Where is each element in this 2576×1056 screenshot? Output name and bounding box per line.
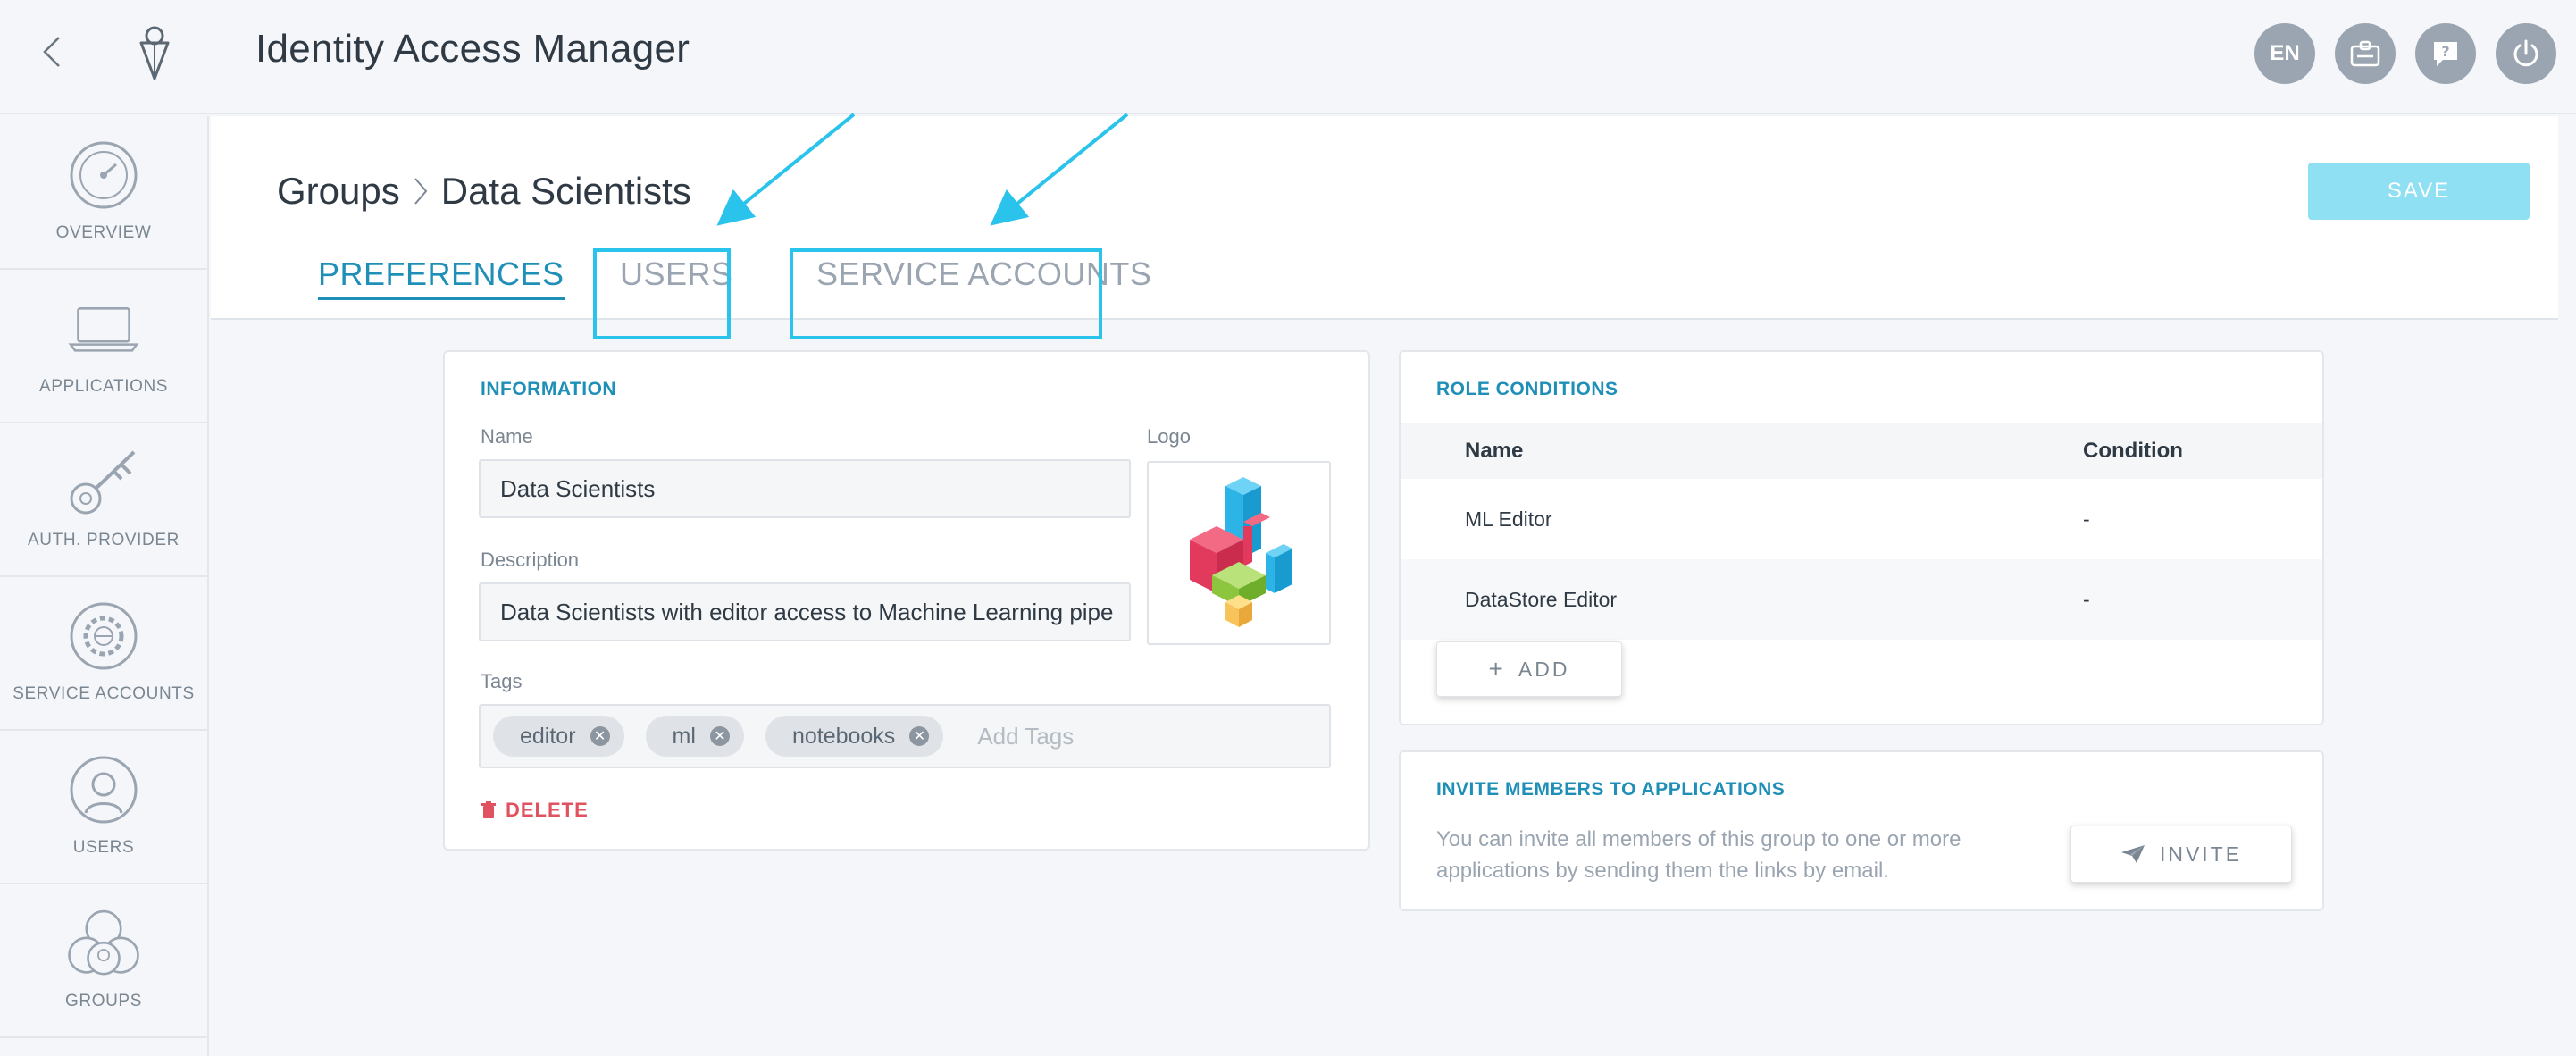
role-conditions-card: ROLE CONDITIONS Name Condition ML Editor… (1399, 350, 2324, 725)
trash-icon (481, 801, 496, 818)
information-card: INFORMATION Name Data Scientists Logo De… (443, 350, 1370, 851)
role-conditions-title: ROLE CONDITIONS (1436, 379, 1618, 399)
sidebar: OVERVIEW APPLICATIONS AUTH. PROVIDER SER… (0, 116, 209, 1056)
plus-icon: + (1488, 655, 1506, 683)
delete-button[interactable]: DELETE (481, 799, 589, 822)
column-condition-header: Condition (2083, 439, 2183, 463)
information-title: INFORMATION (481, 379, 617, 399)
app-title: Identity Access Manager (255, 27, 690, 71)
group-logo-upload[interactable] (1147, 461, 1331, 645)
sidebar-item-applications[interactable]: APPLICATIONS (0, 270, 207, 423)
remove-tag-icon[interactable]: ✕ (709, 726, 730, 746)
paper-plane-icon (2120, 845, 2145, 863)
tags-input[interactable]: editor ✕ ml ✕ notebooks ✕ Add Tags (479, 704, 1331, 768)
user-icon (66, 752, 141, 827)
breadcrumb: Groups Data Scientists (277, 170, 691, 213)
group-icon (66, 906, 141, 981)
role-condition: - (2083, 507, 2090, 531)
tag-chip[interactable]: editor ✕ (493, 716, 624, 757)
sidebar-item-label: GROUPS (65, 992, 142, 1010)
add-label: ADD (1518, 657, 1570, 681)
tag-label: ml (672, 723, 696, 749)
speedometer-icon (66, 138, 141, 213)
table-row[interactable]: ML Editor - (1401, 479, 2322, 559)
tag-label: editor (520, 723, 576, 749)
tag-chip[interactable]: ml ✕ (645, 716, 744, 757)
sidebar-item-users[interactable]: USERS (0, 731, 207, 884)
invite-card: INVITE MEMBERS TO APPLICATIONS You can i… (1399, 750, 2324, 911)
role-name: DataStore Editor (1465, 587, 1618, 611)
tag-chip[interactable]: notebooks ✕ (765, 716, 944, 757)
sidebar-item-label: USERS (72, 838, 135, 857)
role-name: ML Editor (1465, 507, 1552, 531)
table-header: Name Condition (1401, 423, 2322, 479)
app-logo (139, 26, 170, 80)
name-input[interactable]: Data Scientists (479, 459, 1131, 518)
tag-label: notebooks (791, 723, 896, 749)
back-button[interactable] (34, 34, 70, 70)
sidebar-item-label: OVERVIEW (55, 223, 152, 242)
laptop-icon (66, 291, 141, 366)
invite-title: INVITE MEMBERS TO APPLICATIONS (1436, 779, 1786, 800)
table-row[interactable]: DataStore Editor - (1401, 559, 2322, 640)
save-button[interactable]: SAVE (2308, 163, 2530, 220)
invite-label: INVITE (2159, 842, 2243, 866)
logo-label: Logo (1147, 425, 1191, 448)
remove-tag-icon[interactable]: ✕ (590, 726, 610, 746)
chevron-left-icon (43, 37, 60, 67)
language-button[interactable]: EN (2254, 23, 2315, 84)
id-card-button[interactable] (2335, 23, 2396, 84)
tab-users[interactable]: USERS (620, 256, 733, 293)
add-tags-placeholder[interactable]: Add Tags (977, 723, 1074, 750)
tab-preferences[interactable]: PREFERENCES (318, 256, 565, 300)
sidebar-item-groups[interactable]: GROUPS (0, 884, 207, 1038)
top-bar: Identity Access Manager EN ? (0, 0, 2576, 114)
description-input[interactable]: Data Scientists with editor access to Ma… (479, 582, 1131, 641)
sidebar-item-label: SERVICE ACCOUNTS (13, 684, 195, 703)
cubes-logo-icon (1190, 477, 1292, 627)
id-card-icon (2350, 40, 2380, 67)
invite-description: You can invite all members of this group… (1436, 827, 1961, 883)
invite-button[interactable]: INVITE (2070, 826, 2292, 883)
chevron-right-icon (413, 176, 429, 206)
column-name-header: Name (1465, 439, 1524, 463)
add-role-button[interactable]: + ADD (1436, 641, 1622, 697)
name-label: Name (481, 425, 533, 448)
tab-service-accounts[interactable]: SERVICE ACCOUNTS (816, 256, 1151, 293)
power-button[interactable] (2496, 23, 2556, 84)
tags-label: Tags (481, 670, 523, 692)
power-icon (2513, 39, 2538, 67)
page-header: Groups Data Scientists SAVE PREFERENCES … (211, 116, 2558, 339)
delete-label: DELETE (506, 799, 589, 821)
gear-globe-icon (66, 599, 141, 674)
breadcrumb-root[interactable]: Groups (277, 170, 400, 213)
sidebar-item-auth-provider[interactable]: AUTH. PROVIDER (0, 423, 207, 577)
svg-text:?: ? (2441, 43, 2449, 60)
sidebar-item-label: APPLICATIONS (38, 377, 169, 396)
remove-tag-icon[interactable]: ✕ (909, 726, 930, 746)
key-icon (66, 445, 141, 520)
help-button[interactable]: ? (2415, 23, 2476, 84)
description-label: Description (481, 549, 580, 571)
language-label: EN (2270, 41, 2300, 65)
help-chat-icon: ? (2434, 42, 2457, 66)
sidebar-item-service-accounts[interactable]: SERVICE ACCOUNTS (0, 577, 207, 731)
sidebar-item-overview[interactable]: OVERVIEW (0, 116, 207, 270)
breadcrumb-current: Data Scientists (440, 170, 691, 212)
sidebar-item-label: AUTH. PROVIDER (28, 531, 180, 549)
main-panel: Groups Data Scientists SAVE PREFERENCES … (211, 116, 2558, 1056)
role-condition: - (2083, 587, 2090, 611)
